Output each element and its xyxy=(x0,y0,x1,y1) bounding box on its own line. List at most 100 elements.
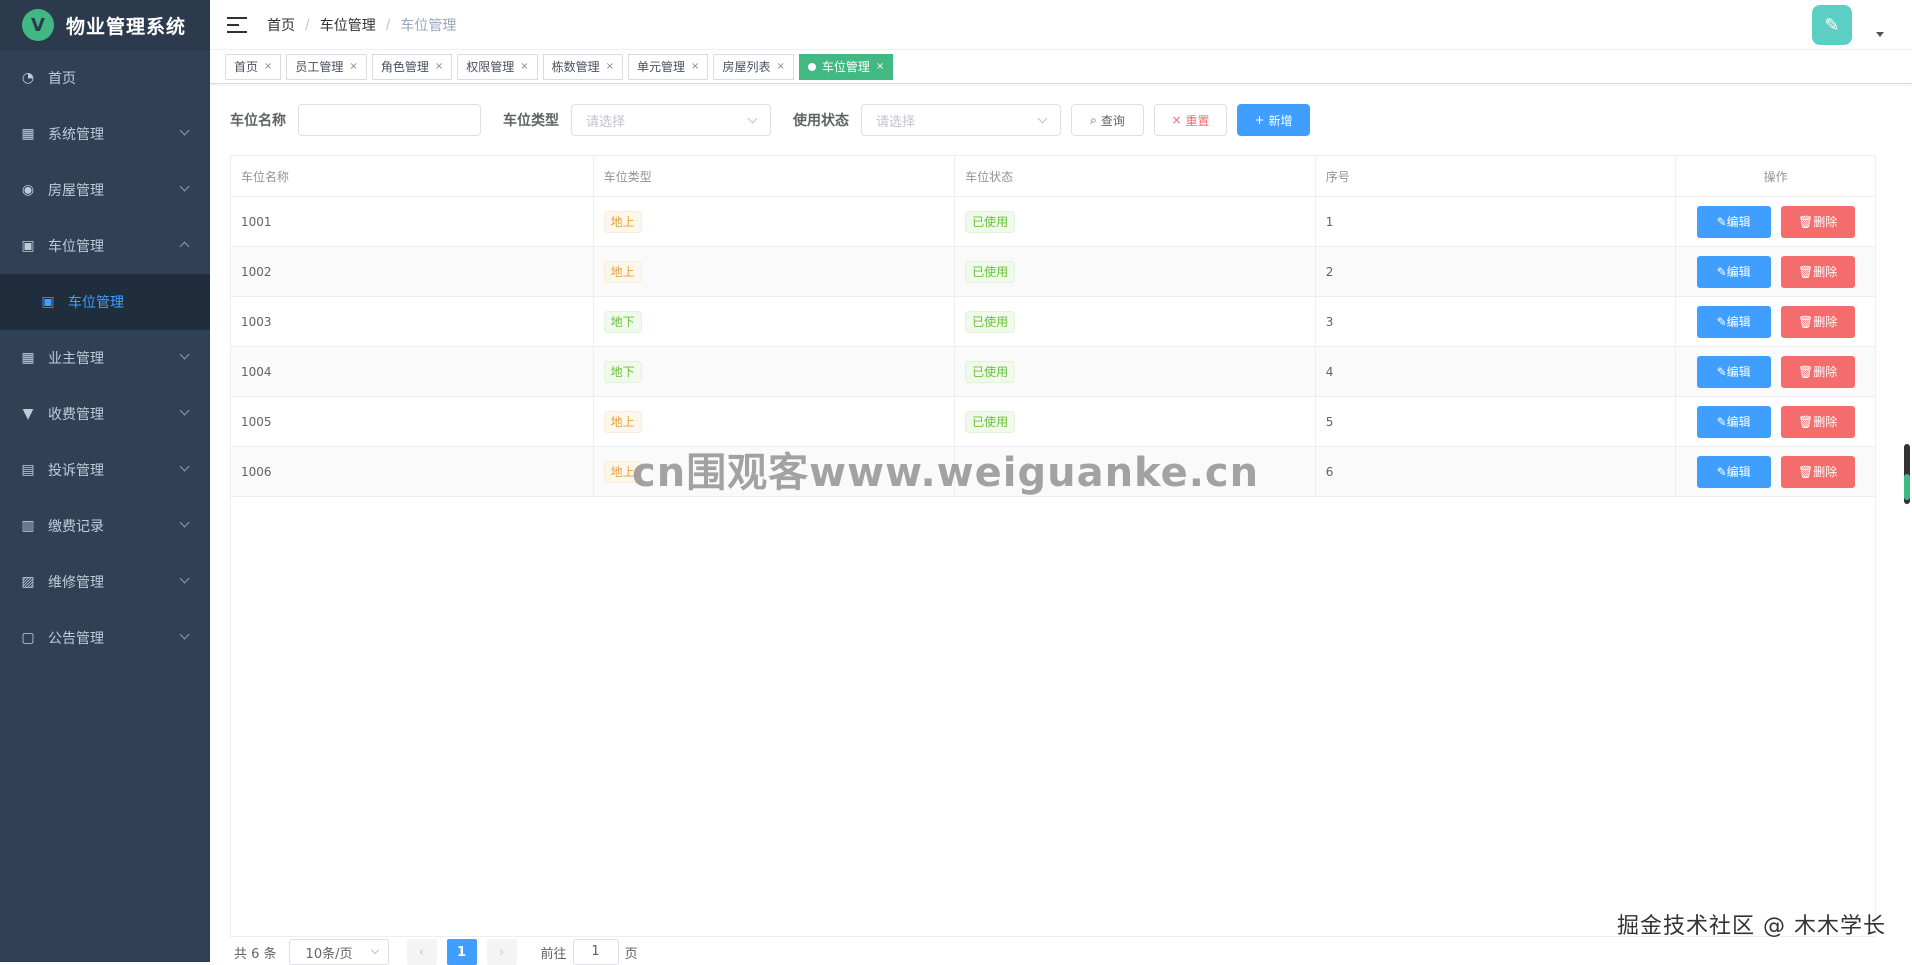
type-badge: 地上 xyxy=(603,210,642,233)
vertical-scrollbar[interactable] xyxy=(1902,50,1912,962)
search-form: 车位名称 车位类型 请选择 使用状态 请选择 ⌕ 查询 × 重置 + 新增 xyxy=(230,104,1310,136)
breadcrumb: 首页 / 车位管理 / 车位管理 xyxy=(267,15,457,35)
delete-button[interactable]: 🗑 删除 xyxy=(1780,305,1855,338)
tag-staff[interactable]: 员工管理 × xyxy=(286,53,367,80)
delete-button[interactable]: 🗑 删除 xyxy=(1780,355,1855,388)
delete-button[interactable]: 🗑 删除 xyxy=(1780,405,1855,438)
edit-button[interactable]: ✎ 编辑 xyxy=(1696,205,1771,238)
close-icon[interactable]: × xyxy=(876,61,884,72)
name-input[interactable] xyxy=(298,104,481,136)
grid-icon: ▦ xyxy=(21,126,35,142)
edit-icon: ✎ xyxy=(1716,364,1727,379)
chevron-down-icon xyxy=(747,113,758,123)
close-icon[interactable]: × xyxy=(606,61,614,72)
goto-page: 前往 1 页 xyxy=(541,939,638,965)
cell-order: 2 xyxy=(1316,247,1677,296)
tag-role[interactable]: 角色管理 × xyxy=(371,53,453,80)
close-icon[interactable]: × xyxy=(349,61,357,72)
close-icon[interactable]: × xyxy=(776,61,784,72)
query-button-label: 查询 xyxy=(1100,113,1125,128)
reset-button[interactable]: × 重置 xyxy=(1154,104,1227,136)
sidebar-item-system[interactable]: ▦ 系统管理 xyxy=(0,106,210,162)
type-select[interactable]: 请选择 xyxy=(571,104,771,136)
chevron-down-icon xyxy=(179,517,190,528)
sidebar-item-parking[interactable]: ▣ 车位管理 xyxy=(0,218,210,274)
edit-button[interactable]: ✎ 编辑 xyxy=(1696,255,1771,288)
app-logo[interactable]: V 物业管理系统 xyxy=(0,0,210,50)
sidebar-item-owner[interactable]: ▦ 业主管理 xyxy=(0,330,210,386)
cell-name: 1001 xyxy=(231,197,594,246)
tag-permission[interactable]: 权限管理 × xyxy=(457,53,538,80)
sidebar-item-home[interactable]: ◔ 首页 xyxy=(0,50,210,106)
close-icon[interactable]: × xyxy=(520,61,528,72)
caret-down-icon[interactable] xyxy=(1876,32,1884,37)
delete-label: 删除 xyxy=(1813,215,1838,229)
edit-button[interactable]: ✎ 编辑 xyxy=(1696,455,1771,488)
cell-order: 4 xyxy=(1316,347,1677,396)
logo-icon: V xyxy=(22,9,54,41)
page-size-select[interactable]: 10条/页 xyxy=(288,939,389,965)
close-icon[interactable]: × xyxy=(691,61,699,72)
chevron-down-icon xyxy=(370,945,379,955)
dashboard-icon: ◔ xyxy=(21,70,35,86)
sidebar-item-label: 车位管理 xyxy=(68,295,124,311)
close-icon[interactable]: × xyxy=(435,61,443,72)
delete-button[interactable]: 🗑 删除 xyxy=(1780,205,1855,238)
sidebar-item-notice[interactable]: ▢ 公告管理 xyxy=(0,610,210,666)
watermark-overlay: cn围观客www.weiguanke.cn xyxy=(632,450,1260,496)
payment-icon: ▼ xyxy=(22,406,34,422)
trash-icon: 🗑 xyxy=(1798,414,1814,429)
edit-label: 编辑 xyxy=(1726,315,1751,329)
delete-button[interactable]: 🗑 删除 xyxy=(1780,255,1855,288)
close-icon[interactable]: × xyxy=(264,61,272,72)
breadcrumb-item[interactable]: 车位管理 xyxy=(320,15,376,35)
prev-page-button[interactable]: ‹ xyxy=(406,939,437,965)
sidebar-item-label: 公告管理 xyxy=(48,631,104,647)
next-page-button[interactable]: › xyxy=(486,939,517,965)
tag-building[interactable]: 栋数管理 × xyxy=(542,53,624,80)
parking-icon: ▣ xyxy=(41,294,55,310)
goto-page-input[interactable]: 1 xyxy=(572,939,619,965)
pagination-total: 共 6 条 xyxy=(234,946,277,962)
hamburger-icon[interactable] xyxy=(227,16,247,33)
sidebar-item-payment-record[interactable]: ▥ 缴费记录 xyxy=(0,498,210,554)
name-label: 车位名称 xyxy=(230,113,286,129)
sidebar-item-charge[interactable]: ▼ 收费管理 xyxy=(0,386,210,442)
tag-label: 单元管理 xyxy=(637,60,686,74)
tag-parking[interactable]: 车位管理 × xyxy=(798,53,894,80)
cell-order: 3 xyxy=(1316,297,1677,346)
status-badge: 已使用 xyxy=(965,360,1016,383)
sidebar-item-label: 投诉管理 xyxy=(48,463,104,479)
scrollbar-thumb-accent xyxy=(1904,474,1910,500)
status-select[interactable]: 请选择 xyxy=(861,104,1061,136)
cell-order: 1 xyxy=(1316,197,1677,246)
tag-house-list[interactable]: 房屋列表 × xyxy=(713,53,794,80)
tag-home[interactable]: 首页 × xyxy=(225,53,282,80)
edit-button[interactable]: ✎ 编辑 xyxy=(1696,405,1771,438)
chevron-down-icon xyxy=(179,629,190,640)
barcode-icon: ▥ xyxy=(21,518,35,534)
delete-button[interactable]: 🗑 删除 xyxy=(1780,455,1855,488)
chevron-down-icon xyxy=(1037,113,1048,123)
type-badge: 地上 xyxy=(603,410,642,433)
sidebar-item-label: 车位管理 xyxy=(48,239,104,255)
query-button[interactable]: ⌕ 查询 xyxy=(1071,104,1144,136)
trash-icon: 🗑 xyxy=(1798,264,1814,279)
sidebar-subitem-parking[interactable]: ▣ 车位管理 xyxy=(0,274,210,330)
edit-button[interactable]: ✎ 编辑 xyxy=(1696,305,1771,338)
tag-unit[interactable]: 单元管理 × xyxy=(628,53,709,80)
breadcrumb-item[interactable]: 首页 xyxy=(267,15,295,35)
page-number[interactable]: 1 xyxy=(446,939,477,965)
trash-icon: 🗑 xyxy=(1798,314,1814,329)
edit-button[interactable]: ✎ 编辑 xyxy=(1696,355,1771,388)
submenu-parking: ▣ 车位管理 xyxy=(0,274,210,330)
status-badge: 已使用 xyxy=(965,310,1016,333)
add-button[interactable]: + 新增 xyxy=(1237,104,1310,136)
edit-icon: ✎ xyxy=(1716,214,1727,229)
sidebar-item-house[interactable]: ◉ 房屋管理 xyxy=(0,162,210,218)
sidebar-item-repair[interactable]: ▨ 维修管理 xyxy=(0,554,210,610)
page-size-value: 10条/页 xyxy=(305,946,353,962)
sidebar-item-complaint[interactable]: ▤ 投诉管理 xyxy=(0,442,210,498)
edit-icon: ✎ xyxy=(1716,464,1727,479)
avatar[interactable]: ✎ xyxy=(1812,5,1852,45)
